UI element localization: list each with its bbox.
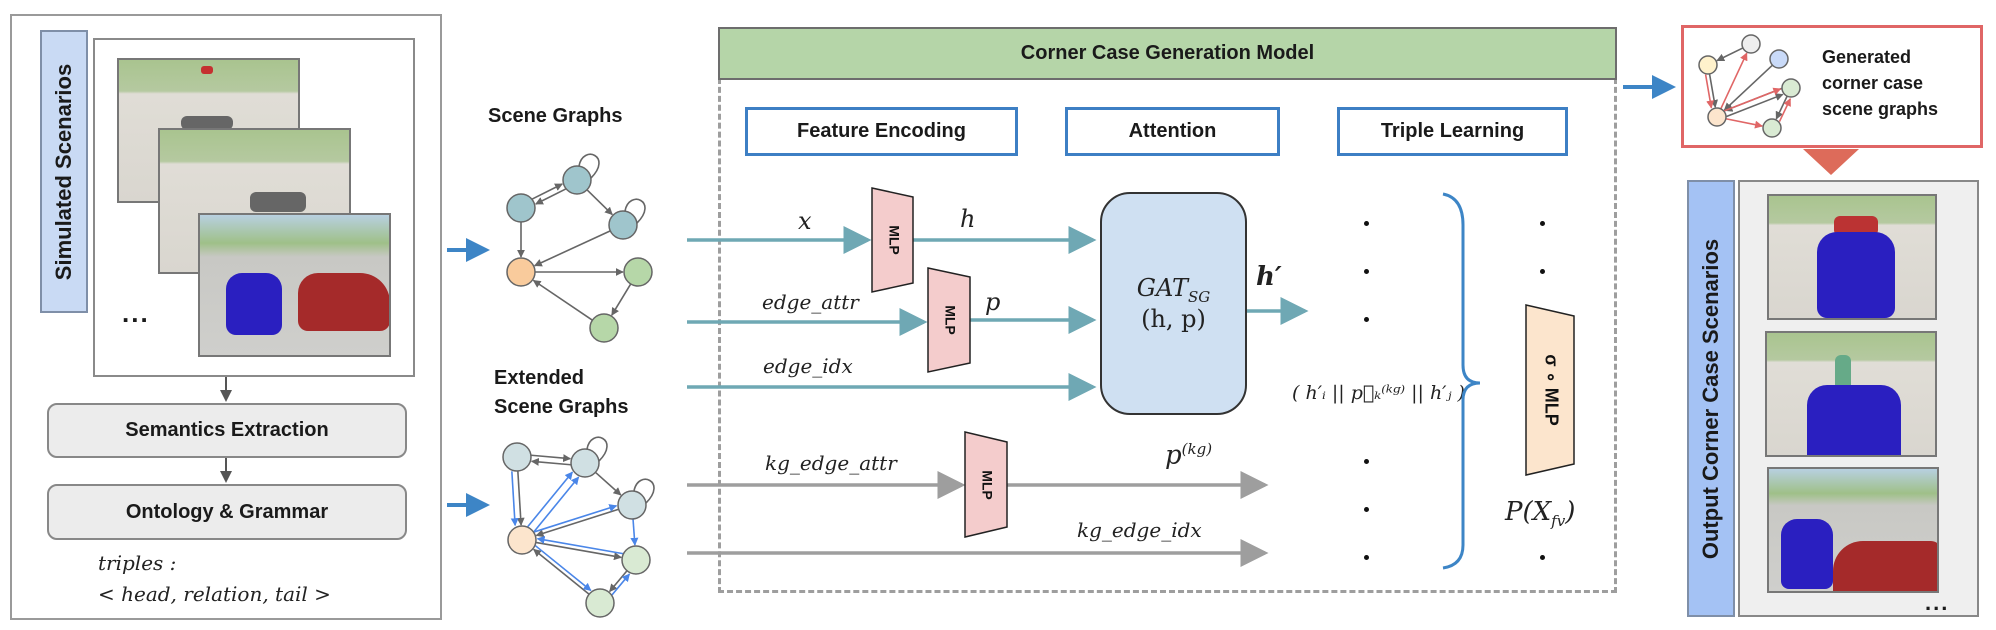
graph-node — [1781, 78, 1801, 98]
graph-edge — [535, 541, 623, 561]
graph-node — [585, 588, 615, 618]
svg-text:MLP: MLP — [942, 305, 958, 335]
graph-edge — [630, 518, 639, 546]
graph-node — [506, 257, 536, 287]
svg-text:σ ∘ MLP: σ ∘ MLP — [1541, 354, 1561, 426]
graph-node — [506, 193, 536, 223]
graph-edge — [531, 454, 572, 463]
graph-edge — [530, 457, 571, 466]
graph-edge — [535, 188, 567, 205]
mlp-kg-edge-encoder: MLP — [964, 431, 1008, 538]
graph-edge — [533, 230, 611, 267]
graph-node — [562, 165, 592, 195]
svg-text:MLP: MLP — [979, 470, 995, 500]
graph-node — [570, 448, 600, 478]
diagram-overlay: MLP MLP MLP σ ∘ MLP — [220, 34, 1859, 618]
graph-node — [1698, 55, 1718, 75]
graph-edge — [533, 504, 618, 533]
graph-edge — [1716, 47, 1744, 62]
graph-edge — [594, 471, 622, 496]
graph-edge — [510, 471, 519, 527]
down-triangle-icon — [1803, 149, 1859, 175]
graph-edge — [1723, 87, 1782, 112]
mlp-node-encoder: MLP — [871, 187, 914, 293]
graph-node — [502, 442, 532, 472]
graph-edge — [611, 283, 632, 316]
graph-node — [507, 525, 537, 555]
brace-icon — [1442, 192, 1481, 570]
graph-edge — [536, 535, 624, 555]
graph-edge — [533, 548, 590, 595]
graph-node — [1762, 118, 1782, 138]
graph-edge — [586, 189, 613, 216]
graph-node — [608, 210, 638, 240]
graph-node — [589, 313, 619, 343]
graph-edge — [527, 471, 574, 528]
scene-graph — [506, 153, 653, 343]
svg-text:MLP: MLP — [886, 225, 902, 255]
generated-scene-graph — [1698, 34, 1801, 138]
graph-edge — [532, 279, 593, 321]
graph-node — [1769, 49, 1789, 69]
graph-edge — [516, 470, 525, 526]
sigma-mlp-classifier: σ ∘ MLP — [1525, 304, 1575, 476]
graph-edge — [1726, 93, 1784, 118]
graph-node — [621, 545, 651, 575]
graph-node — [617, 490, 647, 520]
graph-edge — [531, 183, 563, 200]
graph-node — [623, 257, 653, 287]
graph-node — [1741, 34, 1761, 54]
extended-scene-graph — [502, 436, 655, 618]
graph-edge — [534, 545, 592, 592]
graph-edge — [1725, 117, 1763, 129]
graph-node — [1707, 107, 1727, 127]
mlp-edge-encoder: MLP — [927, 267, 971, 373]
